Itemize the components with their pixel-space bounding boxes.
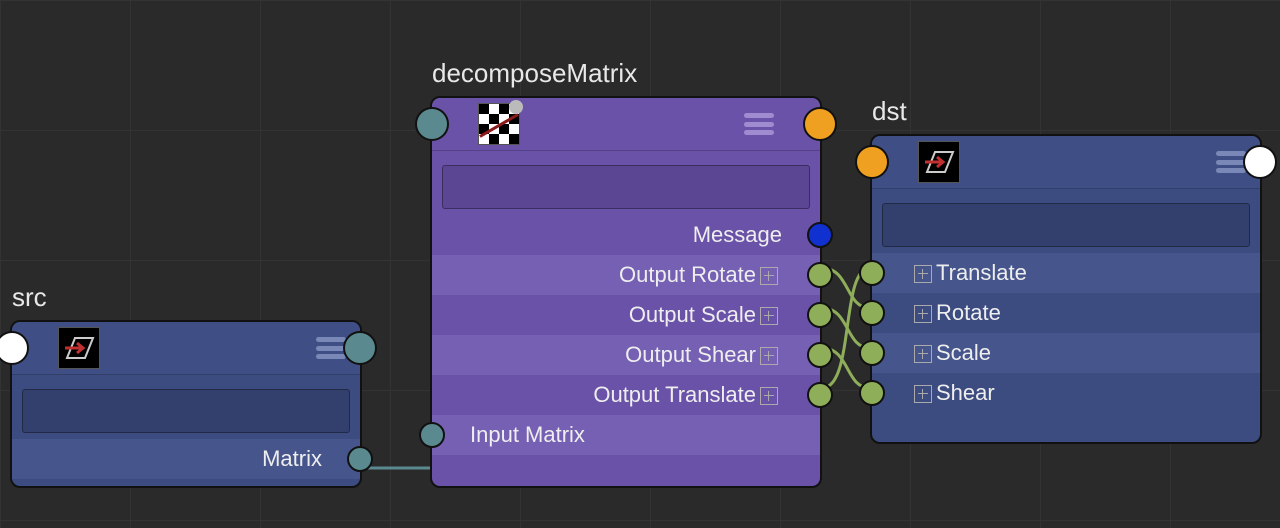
expand-icon[interactable] <box>760 267 778 285</box>
node-decompose-matrix[interactable]: decomposeMatrix Message Output Rotate Ou… <box>430 96 822 488</box>
input-port-rotate[interactable] <box>859 300 885 326</box>
attr-row-output-rotate[interactable]: Output Rotate <box>432 255 820 295</box>
node-title: decomposeMatrix <box>432 58 637 89</box>
attr-label: Output Rotate <box>619 262 756 287</box>
node-header[interactable] <box>872 136 1260 189</box>
attr-row-translate[interactable]: Translate <box>872 253 1260 293</box>
node-name-field[interactable] <box>442 165 810 209</box>
input-port-shear[interactable] <box>859 380 885 406</box>
decompose-icon <box>478 103 520 145</box>
attr-label: Output Shear <box>625 342 756 367</box>
expand-icon[interactable] <box>760 347 778 365</box>
attr-label: Scale <box>936 340 991 365</box>
hamburger-icon[interactable] <box>1216 151 1246 173</box>
attr-label: Message <box>442 222 810 248</box>
attr-row-output-shear[interactable]: Output Shear <box>432 335 820 375</box>
output-port-matrix[interactable] <box>347 446 373 472</box>
header-port-out[interactable] <box>1243 145 1277 179</box>
attr-row-message[interactable]: Message <box>432 215 820 255</box>
input-port-scale[interactable] <box>859 340 885 366</box>
attr-row-scale[interactable]: Scale <box>872 333 1260 373</box>
input-port-translate[interactable] <box>859 260 885 286</box>
node-title: src <box>12 282 47 313</box>
node-dst[interactable]: dst Translate Rotate Scale Shear <box>870 134 1262 444</box>
header-port-in[interactable] <box>855 145 889 179</box>
header-port-out[interactable] <box>803 107 837 141</box>
node-header[interactable] <box>432 98 820 151</box>
expand-icon[interactable] <box>760 387 778 405</box>
expand-icon[interactable] <box>914 345 932 363</box>
attr-label: Rotate <box>936 300 1001 325</box>
attr-label: Matrix <box>22 446 350 472</box>
output-port-shear[interactable] <box>807 342 833 368</box>
attr-row-output-scale[interactable]: Output Scale <box>432 295 820 335</box>
attr-label: Output Translate <box>593 382 756 407</box>
node-name-field[interactable] <box>22 389 350 433</box>
expand-icon[interactable] <box>914 265 932 283</box>
output-port-message[interactable] <box>807 222 833 248</box>
attr-row-output-translate[interactable]: Output Translate <box>432 375 820 415</box>
hamburger-icon[interactable] <box>316 337 346 359</box>
attr-row-input-matrix[interactable]: Input Matrix <box>432 415 820 455</box>
expand-icon[interactable] <box>914 385 932 403</box>
attr-label: Translate <box>936 260 1027 285</box>
transform-icon <box>918 141 960 183</box>
attr-label: Input Matrix <box>442 422 810 448</box>
expand-icon[interactable] <box>760 307 778 325</box>
attr-row-matrix[interactable]: Matrix <box>12 439 360 479</box>
node-header[interactable] <box>12 322 360 375</box>
header-port-in[interactable] <box>415 107 449 141</box>
node-name-field[interactable] <box>882 203 1250 247</box>
output-port-scale[interactable] <box>807 302 833 328</box>
header-port-in[interactable] <box>0 331 29 365</box>
output-port-rotate[interactable] <box>807 262 833 288</box>
hamburger-icon[interactable] <box>744 113 774 135</box>
attr-label: Output Scale <box>629 302 756 327</box>
attr-row-rotate[interactable]: Rotate <box>872 293 1260 333</box>
node-src[interactable]: src Matrix <box>10 320 362 488</box>
attr-label: Shear <box>936 380 995 405</box>
transform-icon <box>58 327 100 369</box>
output-port-translate[interactable] <box>807 382 833 408</box>
attr-row-shear[interactable]: Shear <box>872 373 1260 413</box>
header-port-out[interactable] <box>343 331 377 365</box>
expand-icon[interactable] <box>914 305 932 323</box>
input-port-matrix[interactable] <box>419 422 445 448</box>
node-title: dst <box>872 96 907 127</box>
